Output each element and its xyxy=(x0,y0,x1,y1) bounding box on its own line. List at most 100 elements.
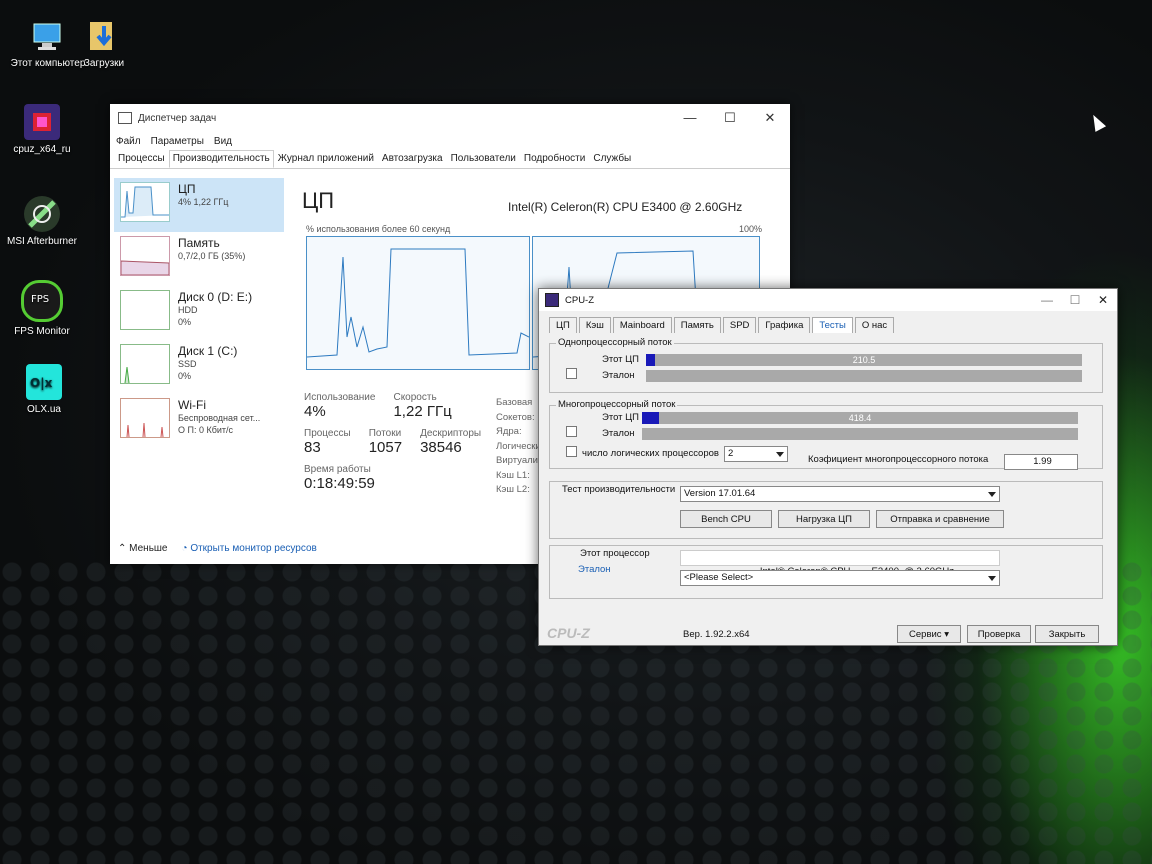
desktop-icon-downloads[interactable]: Загрузки xyxy=(64,18,144,70)
tab-startup[interactable]: Автозагрузка xyxy=(378,150,447,168)
close-app-button[interactable]: Закрыть xyxy=(1035,625,1099,643)
bench-label: Тест производительности xyxy=(562,484,676,495)
olx-icon: O|x xyxy=(26,364,62,400)
single-reference-checkbox[interactable] xyxy=(566,368,577,379)
sidebar-item-disk1[interactable]: Диск 1 (C:) SSD 0% xyxy=(114,340,284,394)
cpuz-window[interactable]: CPU-Z — ☐ ✕ ЦП Кэш Mainboard Память SPD … xyxy=(538,288,1118,646)
tab-performance[interactable]: Производительность xyxy=(168,150,274,168)
sidebar-item-detail: 0% xyxy=(178,371,192,381)
this-processor-label: Этот процессор xyxy=(580,548,650,559)
fewer-details-label: Меньше xyxy=(129,543,168,554)
tab-bench[interactable]: Тесты xyxy=(812,317,853,333)
stress-cpu-button[interactable]: Нагрузка ЦП xyxy=(778,510,870,528)
desktop-icon-afterburner[interactable]: MSI Afterburner xyxy=(2,196,82,248)
multi-thread-group: Многопроцессорный поток Этот ЦП 418.4 Эт… xyxy=(549,399,1103,470)
fps-monitor-icon: FPS xyxy=(21,280,63,322)
fewer-details-button[interactable]: ⌃ Меньше xyxy=(118,543,168,554)
window-title: Диспетчер задач xyxy=(138,112,217,124)
wifi-mini-graph xyxy=(120,398,170,438)
menu-options[interactable]: Параметры xyxy=(151,136,204,147)
chevron-down-icon xyxy=(988,576,996,581)
cpuz-brand-logo: CPU-Z xyxy=(547,625,590,641)
group-label: Многопроцессорный поток xyxy=(556,399,678,410)
extra-label: Кэш L2: xyxy=(496,484,530,495)
window-title: CPU-Z xyxy=(565,294,595,306)
menu-file[interactable]: Файл xyxy=(116,136,141,147)
resource-monitor-icon: ◔ xyxy=(181,543,188,554)
extra-label: Логически xyxy=(496,440,541,452)
tab-details[interactable]: Подробности xyxy=(520,150,589,168)
downloads-folder-icon xyxy=(86,18,122,54)
single-score: 210.5 xyxy=(852,355,876,365)
desktop-icon-fps-monitor[interactable]: FPS FPS Monitor xyxy=(2,280,82,338)
sidebar-item-memory[interactable]: Память 0,7/2,0 ГБ (35%) xyxy=(114,232,284,286)
threads-select[interactable]: 2 xyxy=(724,446,788,462)
close-button[interactable]: ✕ xyxy=(750,110,790,126)
single-thread-group: Однопроцессорный поток Этот ЦП 210.5 Эта… xyxy=(549,337,1103,393)
maximize-button[interactable]: ☐ xyxy=(710,110,750,126)
sidebar-item-label: Диск 0 (D: E:) xyxy=(178,290,253,304)
sidebar-item-label: Wi-Fi xyxy=(178,398,206,412)
minimize-button[interactable]: — xyxy=(670,110,710,126)
threads-checkbox[interactable] xyxy=(566,446,577,457)
version-label: Вер. 1.92.2.x64 xyxy=(683,629,750,640)
reference-label: Эталон xyxy=(602,428,635,439)
sidebar-item-detail: 0% xyxy=(178,317,192,327)
handles-label: Дескрипторы xyxy=(420,428,482,439)
reference-select[interactable]: <Please Select> xyxy=(680,570,1000,586)
multi-score: 418.4 xyxy=(848,413,872,423)
close-button[interactable]: ✕ xyxy=(1089,293,1117,307)
sidebar-item-cpu[interactable]: ЦП 4% 1,22 ГГц xyxy=(114,178,284,232)
sidebar-item-detail: SSD xyxy=(178,359,197,369)
tab-graphics[interactable]: Графика xyxy=(758,317,811,333)
bench-cpu-button[interactable]: Bench CPU xyxy=(680,510,772,528)
ratio-value-field: 1.99 xyxy=(1004,454,1078,470)
cpuz-app-icon xyxy=(545,293,559,307)
reference-select-value: <Please Select> xyxy=(684,572,754,583)
task-manager-titlebar[interactable]: Диспетчер задач — ☐ ✕ xyxy=(110,104,790,132)
tab-spd[interactable]: SPD xyxy=(722,317,757,333)
service-button[interactable]: Сервис ▾ xyxy=(897,625,961,643)
cpuz-status-bar: CPU-Z Вер. 1.92.2.x64 Сервис ▾ Проверка … xyxy=(539,623,1117,645)
processor-group: Этот процессор Эталон Intel® Celeron® CP… xyxy=(549,545,1103,599)
open-resource-monitor-link[interactable]: ◔ Открыть монитор ресурсов xyxy=(182,543,317,554)
minimize-button[interactable]: — xyxy=(1033,293,1061,307)
sidebar-item-disk0[interactable]: Диск 0 (D: E:) HDD 0% xyxy=(114,286,284,340)
extra-label: Сокетов: xyxy=(496,411,535,423)
computer-icon xyxy=(30,18,66,54)
tab-cpu[interactable]: ЦП xyxy=(549,317,577,333)
tab-mainboard[interactable]: Mainboard xyxy=(612,317,672,333)
svg-text:O|x: O|x xyxy=(30,376,53,390)
cpu-mini-graph xyxy=(120,182,170,222)
menu-view[interactable]: Вид xyxy=(214,136,232,147)
tab-services[interactable]: Службы xyxy=(589,150,635,168)
maximize-button[interactable]: ☐ xyxy=(1061,293,1089,307)
reference-link[interactable]: Эталон xyxy=(578,564,611,575)
sidebar-item-label: Диск 1 (C:) xyxy=(178,344,238,358)
cpuz-tab-bar: ЦП Кэш Mainboard Память SPD Графика Тест… xyxy=(549,317,1117,333)
resource-monitor-label: Открыть монитор ресурсов xyxy=(190,543,317,554)
this-cpu-label: Этот ЦП xyxy=(602,354,639,365)
tab-processes[interactable]: Процессы xyxy=(114,150,169,168)
tab-cache[interactable]: Кэш xyxy=(578,317,611,333)
desktop-icon-olx[interactable]: O|x OLX.ua xyxy=(4,364,84,416)
tab-app-history[interactable]: Журнал приложений xyxy=(274,150,378,168)
reference-label: Эталон xyxy=(602,370,635,381)
multi-this-cpu-bar: 418.4 xyxy=(642,412,1078,424)
task-manager-icon xyxy=(118,112,132,124)
disk1-mini-graph xyxy=(120,344,170,384)
tab-users[interactable]: Пользователи xyxy=(447,150,520,168)
uptime-value: 0:18:49:59 xyxy=(304,475,375,492)
handles-value: 38546 xyxy=(420,439,462,456)
sidebar-item-wifi[interactable]: Wi-Fi Беспроводная сет... О П: 0 Кбит/с xyxy=(114,394,284,448)
chevron-down-icon: ▾ xyxy=(944,629,949,640)
sidebar-item-detail: Беспроводная сет... xyxy=(178,413,261,423)
cpuz-titlebar[interactable]: CPU-Z — ☐ ✕ xyxy=(539,289,1117,311)
tab-memory[interactable]: Память xyxy=(673,317,721,333)
tab-about[interactable]: О нас xyxy=(854,317,895,333)
validate-button[interactable]: Проверка xyxy=(967,625,1031,643)
submit-compare-button[interactable]: Отправка и сравнение xyxy=(876,510,1004,528)
desktop-icon-cpuz[interactable]: cpuz_x64_ru xyxy=(2,104,82,156)
multi-reference-checkbox[interactable] xyxy=(566,426,577,437)
bench-version-select[interactable]: Version 17.01.64 xyxy=(680,486,1000,502)
